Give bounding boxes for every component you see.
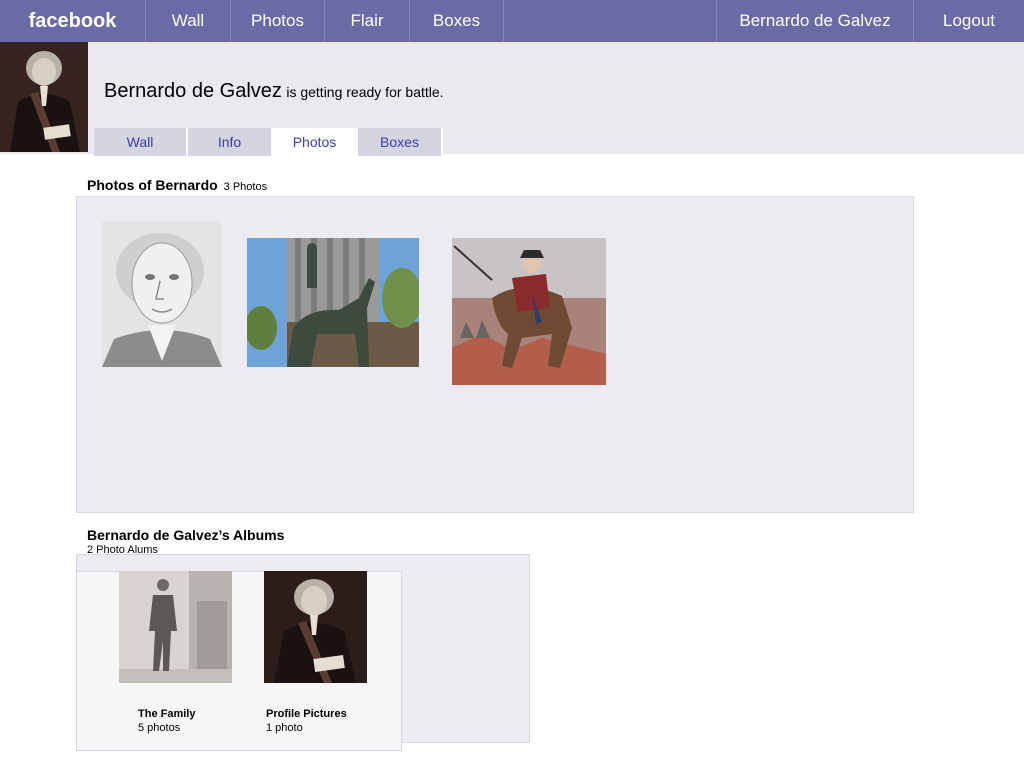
profile-name[interactable]: Bernardo de Galvez	[104, 80, 282, 102]
album-title-profile-pictures[interactable]: Profile Pictures	[266, 708, 347, 720]
photos-title[interactable]: Photos of Bernardo	[87, 177, 218, 193]
album-cover-the-family-image	[119, 571, 232, 683]
equestrian-statue-image	[247, 238, 419, 367]
tab-boxes[interactable]: Boxes	[358, 128, 443, 156]
nav-wall[interactable]: Wall	[146, 0, 231, 42]
profile-avatar[interactable]	[0, 42, 88, 152]
facebook-logo[interactable]: facebook	[0, 0, 146, 42]
avatar-portrait-image	[0, 42, 88, 152]
top-nav-bar: facebook Wall Photos Flair Boxes Bernard…	[0, 0, 1024, 42]
profile-status-line: Bernardo de Galvez is getting ready for …	[104, 80, 444, 103]
tab-photos[interactable]: Photos	[273, 128, 358, 156]
tab-info[interactable]: Info	[188, 128, 273, 156]
album-cover-profile-pictures[interactable]	[264, 571, 367, 683]
nav-photos[interactable]: Photos	[231, 0, 325, 42]
nav-boxes[interactable]: Boxes	[410, 0, 504, 42]
nav-user-name[interactable]: Bernardo de Galvez	[716, 0, 914, 42]
album-cover-the-family[interactable]	[119, 571, 232, 683]
album-count-the-family: 5 photos	[138, 722, 181, 734]
portrait-sketch-image	[102, 221, 222, 367]
portrait-sketch-photo[interactable]	[102, 221, 222, 367]
horseback-painting-photo[interactable]	[452, 238, 606, 385]
album-count-profile-pictures: 1 photo	[266, 722, 303, 734]
profile-status: is getting ready for battle.	[286, 84, 444, 100]
photos-count: 3 Photos	[223, 181, 268, 193]
logout-link[interactable]: Logout	[914, 0, 1024, 42]
album-cover-profile-pictures-image	[264, 571, 367, 683]
nav-flair[interactable]: Flair	[325, 0, 410, 42]
album-title-the-family[interactable]: The Family	[138, 708, 195, 720]
albums-section-title[interactable]: Bernardo de Galvez’s Albums	[87, 527, 284, 543]
tab-wall[interactable]: Wall	[94, 128, 188, 156]
horseback-painting-image	[452, 238, 606, 385]
equestrian-statue-photo[interactable]	[247, 238, 419, 367]
photos-section-title: Photos of Bernardo 3 Photos	[87, 177, 267, 193]
